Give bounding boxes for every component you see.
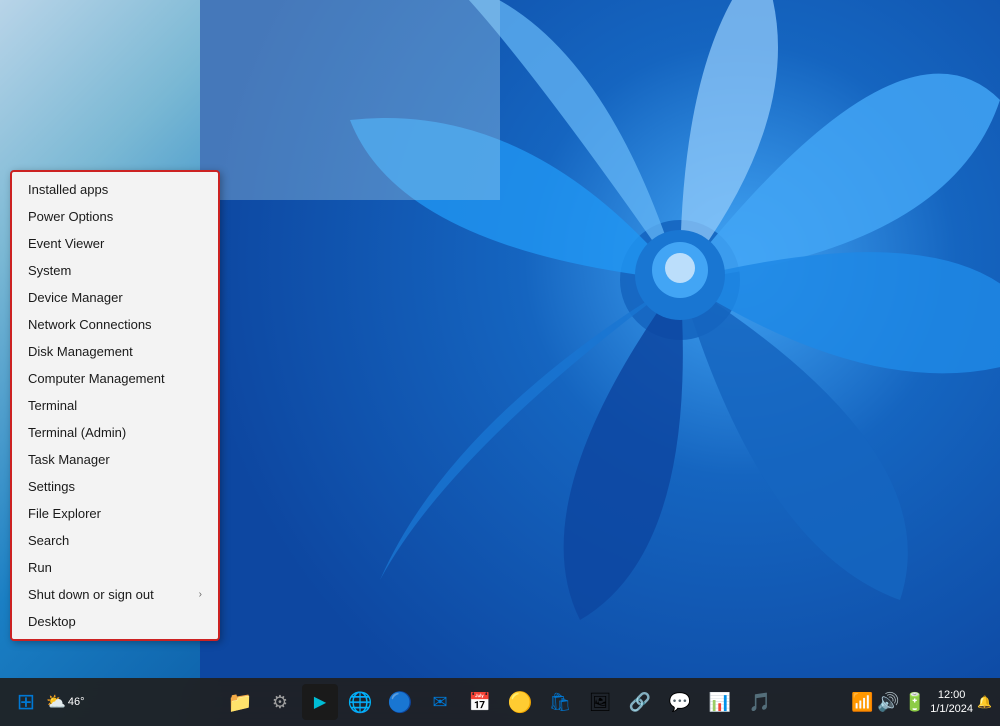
menu-item-label: Network Connections: [28, 317, 152, 332]
context-menu-item-9[interactable]: Terminal (Admin): [12, 419, 218, 446]
taskbar-notification[interactable]: 🔔: [977, 695, 992, 709]
menu-item-label: File Explorer: [28, 506, 101, 521]
menu-item-label: Task Manager: [28, 452, 110, 467]
context-menu-item-16[interactable]: Desktop: [12, 608, 218, 635]
taskbar-center-icons: 📁 ⚙ ▶ 🌐 🔵 ✉ 📅 🟡 🛍 🖼 🔗 💬 📊 🎵: [222, 684, 778, 720]
taskbar-settings[interactable]: ⚙: [262, 684, 298, 720]
context-menu-item-14[interactable]: Run: [12, 554, 218, 581]
context-menu-item-12[interactable]: File Explorer: [12, 500, 218, 527]
menu-item-label: Computer Management: [28, 371, 165, 386]
context-menu-item-5[interactable]: Network Connections: [12, 311, 218, 338]
menu-item-label: Search: [28, 533, 69, 548]
context-menu-item-1[interactable]: Power Options: [12, 203, 218, 230]
taskbar-mail[interactable]: ✉: [422, 684, 458, 720]
taskbar-network-mgr[interactable]: 🔗: [622, 684, 658, 720]
taskbar-teams[interactable]: 💬: [662, 684, 698, 720]
taskbar-app1[interactable]: 📊: [702, 684, 738, 720]
context-menu-item-11[interactable]: Settings: [12, 473, 218, 500]
context-menu: Installed apps Power Options Event Viewer S…: [10, 170, 220, 641]
taskbar-photos[interactable]: 🖼: [582, 684, 618, 720]
context-menu-item-4[interactable]: Device Manager: [12, 284, 218, 311]
taskbar: ⊞ ⛅ 46° 📁 ⚙ ▶ 🌐 🔵 ✉ 📅 🟡 🛍 🖼 🔗 💬 📊 🎵: [0, 678, 1000, 726]
taskbar-file-explorer[interactable]: 📁: [222, 684, 258, 720]
weather-temp: 46°: [68, 696, 85, 708]
taskbar-store[interactable]: 🛍: [542, 684, 578, 720]
taskbar-left-area: ⊞ ⛅ 46°: [8, 684, 85, 720]
menu-item-label: Run: [28, 560, 52, 575]
taskbar-terminal[interactable]: ▶: [302, 684, 338, 720]
taskbar-chrome[interactable]: 🟡: [502, 684, 538, 720]
taskbar-system-tray: 📶 🔊 🔋 12:00 1/1/2024 🔔: [851, 688, 992, 717]
clock-time: 12:00: [930, 688, 973, 702]
context-menu-item-7[interactable]: Computer Management: [12, 365, 218, 392]
wallpaper-svg: [200, 0, 1000, 726]
menu-item-label: Terminal (Admin): [28, 425, 126, 440]
taskbar-calendar[interactable]: 📅: [462, 684, 498, 720]
taskbar-wifi-icon[interactable]: 📶: [851, 692, 873, 713]
weather-widget[interactable]: ⛅ 46°: [46, 692, 85, 712]
menu-item-label: Shut down or sign out: [28, 587, 154, 602]
taskbar-clock[interactable]: 12:00 1/1/2024: [930, 688, 973, 717]
taskbar-battery-icon[interactable]: 🔋: [904, 692, 926, 713]
context-menu-item-0[interactable]: Installed apps: [12, 176, 218, 203]
context-menu-item-13[interactable]: Search: [12, 527, 218, 554]
context-menu-item-15[interactable]: Shut down or sign out ›: [12, 581, 218, 608]
taskbar-edge[interactable]: 🌐: [342, 684, 378, 720]
menu-item-label: System: [28, 263, 71, 278]
context-menu-item-3[interactable]: System: [12, 257, 218, 284]
context-menu-item-6[interactable]: Disk Management: [12, 338, 218, 365]
menu-item-label: Desktop: [28, 614, 76, 629]
menu-item-label: Device Manager: [28, 290, 123, 305]
context-menu-item-10[interactable]: Task Manager: [12, 446, 218, 473]
context-menu-item-8[interactable]: Terminal: [12, 392, 218, 419]
menu-item-label: Disk Management: [28, 344, 133, 359]
menu-item-label: Power Options: [28, 209, 113, 224]
taskbar-app2[interactable]: 🎵: [742, 684, 778, 720]
menu-item-label: Settings: [28, 479, 75, 494]
menu-item-label: Event Viewer: [28, 236, 104, 251]
clock-date: 1/1/2024: [930, 702, 973, 716]
submenu-chevron-icon: ›: [199, 589, 202, 600]
taskbar-browser2[interactable]: 🔵: [382, 684, 418, 720]
menu-item-label: Installed apps: [28, 182, 108, 197]
context-menu-item-2[interactable]: Event Viewer: [12, 230, 218, 257]
menu-item-label: Terminal: [28, 398, 77, 413]
start-button[interactable]: ⊞: [8, 684, 44, 720]
taskbar-volume-icon[interactable]: 🔊: [877, 692, 899, 713]
